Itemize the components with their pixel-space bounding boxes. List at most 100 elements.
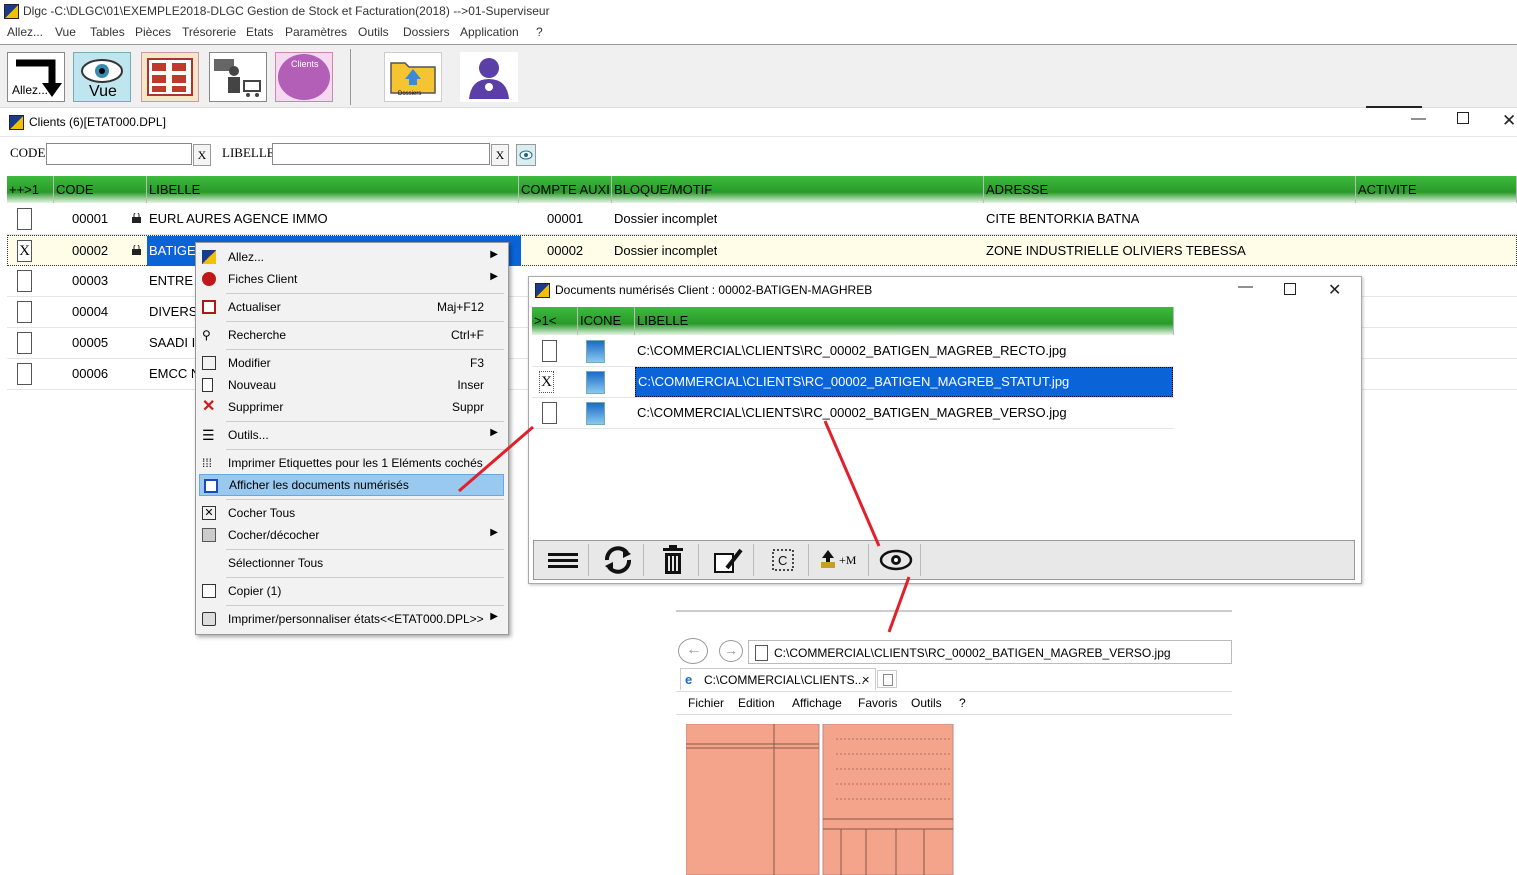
menu-item-cocher-decocher[interactable]: Cocher/décocher ▶	[196, 524, 508, 546]
doc-row-selected[interactable]: X C:\COMMERCIAL\CLIENTS\RC_00002_BATIGEN…	[532, 367, 1174, 398]
menu-application[interactable]: Application	[460, 25, 519, 39]
new-tab-button[interactable]	[877, 670, 897, 688]
clients-window-logo-icon	[9, 115, 24, 130]
docs-col-header-icone[interactable]: ICONE	[578, 307, 635, 335]
doc-row-checkbox[interactable]	[542, 340, 557, 362]
browser-menu-affichage[interactable]: Affichage	[792, 696, 842, 710]
edit-note-icon	[714, 548, 743, 573]
col-header-libelle[interactable]: LIBELLE	[147, 176, 519, 203]
filter-bar: CODE: X LIBELLE: X	[0, 138, 1517, 172]
menu-item-copier[interactable]: Copier (1)	[196, 580, 508, 602]
menu-item-actualiser[interactable]: Actualiser Maj+F12	[196, 296, 508, 318]
row-checkbox[interactable]: X	[17, 240, 32, 262]
tables-button[interactable]	[141, 52, 199, 102]
maximize-icon[interactable]	[1284, 283, 1296, 295]
menu-item-nouveau[interactable]: Nouveau Inser	[196, 374, 508, 396]
back-button[interactable]: ←	[678, 638, 708, 664]
menu-item-label: Sélectionner Tous	[228, 556, 324, 570]
menu-tresorerie[interactable]: Trésorerie	[182, 25, 236, 39]
capture-c-icon: C	[772, 549, 794, 571]
menu-item-imprimer-etiquettes[interactable]: ⁞⁞⁞ Imprimer Etiquettes pour les 1 Eléme…	[196, 452, 508, 474]
code-clear-button[interactable]: X	[193, 144, 211, 166]
maximize-icon[interactable]	[1457, 112, 1469, 124]
filter-view-button[interactable]	[516, 144, 536, 166]
submenu-arrow-icon: ▶	[490, 249, 498, 260]
menu-allez[interactable]: Allez...	[7, 25, 43, 39]
close-icon[interactable]: ✕	[1502, 111, 1516, 131]
row-checkbox[interactable]	[17, 270, 32, 292]
col-header-adresse[interactable]: ADRESSE	[984, 176, 1356, 203]
docs-col-header-libelle[interactable]: LIBELLE	[635, 307, 1174, 335]
address-text: C:\COMMERCIAL\CLIENTS\RC_00002_BATIGEN_M…	[774, 646, 1171, 660]
trash-icon	[663, 545, 683, 574]
vue-button[interactable]: Vue	[73, 52, 131, 102]
row-checkbox[interactable]	[17, 363, 32, 385]
doc-row[interactable]: C:\COMMERCIAL\CLIENTS\RC_00002_BATIGEN_M…	[532, 398, 1174, 429]
browser-tab[interactable]: e C:\COMMERCIAL\CLIENTS... ×	[680, 668, 876, 690]
code-filter-input[interactable]	[46, 143, 192, 165]
browser-menu-outils[interactable]: Outils	[911, 696, 942, 710]
edit-button[interactable]	[703, 544, 754, 576]
minimize-icon[interactable]: —	[1238, 278, 1253, 295]
browser-menu-favoris[interactable]: Favoris	[858, 696, 897, 710]
address-bar[interactable]: C:\COMMERCIAL\CLIENTS\RC_00002_BATIGEN_M…	[748, 640, 1232, 664]
browser-menu-help[interactable]: ?	[959, 696, 966, 710]
view-button[interactable]	[872, 544, 921, 576]
menu-item-outils[interactable]: ☰ Outils... ▶	[196, 424, 508, 446]
col-header-compte[interactable]: COMPTE AUXI	[519, 176, 612, 203]
menu-help[interactable]: ?	[536, 25, 543, 39]
pieces-button[interactable]	[209, 52, 267, 102]
menu-parametres[interactable]: Paramètres	[285, 25, 347, 39]
docs-col-header-check[interactable]: >1<	[532, 307, 578, 335]
row-checkbox[interactable]	[17, 332, 32, 354]
clients-button[interactable]: Clients	[275, 52, 333, 102]
menu-pieces[interactable]: Pièces	[135, 25, 171, 39]
import-button[interactable]: +M	[813, 544, 869, 576]
libelle-filter-input[interactable]	[272, 143, 490, 165]
menu-item-imprimer-etats[interactable]: Imprimer/personnaliser états<<ETAT000.DP…	[196, 608, 508, 630]
doc-row-checkbox[interactable]	[542, 402, 557, 424]
row-checkbox[interactable]	[17, 301, 32, 323]
menu-item-selectionner-tous[interactable]: Sélectionner Tous	[196, 552, 508, 574]
documents-icon	[204, 479, 218, 493]
app-logo-icon	[4, 4, 19, 19]
menu-item-afficher-documents[interactable]: Afficher les documents numérisés	[199, 474, 504, 496]
eye-icon	[879, 549, 913, 571]
doc-row-checkbox[interactable]: X	[539, 371, 554, 393]
col-header-check[interactable]: ++>1	[7, 176, 54, 203]
col-header-code[interactable]: CODE	[54, 176, 147, 203]
menu-etats[interactable]: Etats	[246, 25, 273, 39]
dossiers-button[interactable]: Dossiers	[384, 52, 442, 102]
delete-button[interactable]	[648, 544, 699, 576]
row-checkbox[interactable]	[17, 208, 32, 230]
minimize-icon[interactable]: —	[1411, 110, 1426, 127]
menu-item-recherche[interactable]: ⚲ Recherche Ctrl+F	[196, 324, 508, 346]
tab-close-icon[interactable]: ×	[862, 672, 870, 687]
menu-button[interactable]	[538, 544, 589, 576]
doc-row[interactable]: C:\COMMERCIAL\CLIENTS\RC_00002_BATIGEN_M…	[532, 336, 1174, 367]
table-row[interactable]: 00001 EURL AURES AGENCE IMMO 00001 Dossi…	[7, 204, 1517, 235]
capture-button[interactable]: C	[758, 544, 809, 576]
menu-item-supprimer[interactable]: ✕ Supprimer Suppr	[196, 396, 508, 418]
toolbar-separator	[350, 49, 351, 105]
browser-menu-fichier[interactable]: Fichier	[688, 696, 724, 710]
menu-item-modifier[interactable]: Modifier F3	[196, 352, 508, 374]
col-header-activite[interactable]: ACTIVITE	[1356, 176, 1517, 203]
close-icon[interactable]: ✕	[1328, 280, 1341, 300]
row-libelle: DIVERS	[149, 304, 198, 319]
menu-tables[interactable]: Tables	[90, 25, 125, 39]
user-button[interactable]	[460, 52, 518, 102]
forward-button[interactable]: →	[719, 640, 743, 662]
menu-item-fiches-client[interactable]: Fiches Client ▶	[196, 268, 508, 290]
browser-menu-edition[interactable]: Edition	[738, 696, 775, 710]
libelle-clear-button[interactable]: X	[491, 144, 509, 166]
refresh-button[interactable]	[593, 544, 644, 576]
menu-item-allez[interactable]: Allez... ▶	[196, 246, 508, 268]
menu-dossiers[interactable]: Dossiers	[403, 25, 450, 39]
menu-outils[interactable]: Outils	[358, 25, 389, 39]
col-header-motif[interactable]: BLOQUE/MOTIF	[612, 176, 984, 203]
clients-window-title: Clients (6)[ETAT000.DPL]	[29, 115, 166, 129]
menu-vue[interactable]: Vue	[55, 25, 76, 39]
menu-item-cocher-tous[interactable]: ✕ Cocher Tous	[196, 502, 508, 524]
allez-button[interactable]: Allez...	[7, 52, 65, 102]
